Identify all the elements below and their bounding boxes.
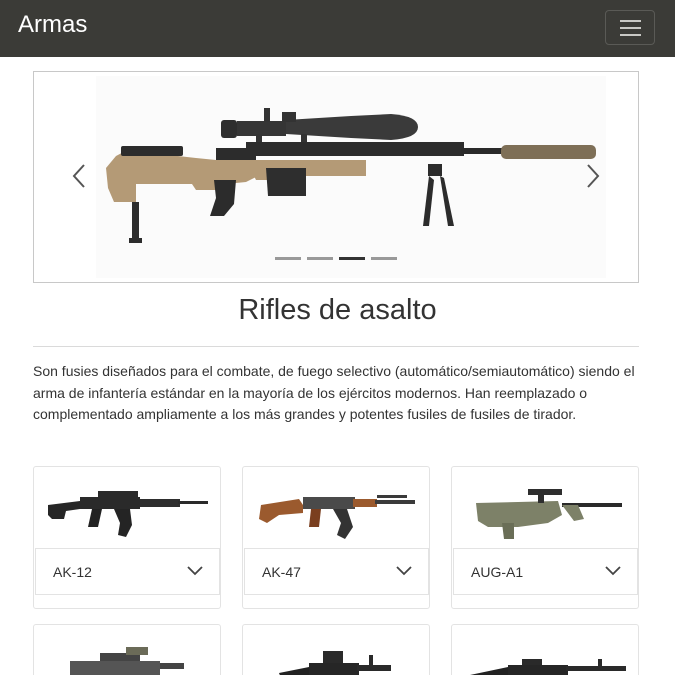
- chevron-down-icon: [187, 566, 203, 576]
- sniper-rifle-image: [96, 76, 606, 278]
- brand-title[interactable]: Armas: [18, 10, 87, 40]
- weapon-card: AUG-A1: [451, 466, 639, 609]
- chevron-left-icon[interactable]: [68, 160, 92, 192]
- carousel-indicator-active[interactable]: [339, 257, 365, 260]
- menu-toggle-button[interactable]: [605, 10, 655, 45]
- carousel-indicator[interactable]: [275, 257, 301, 260]
- m16-rifle-image: [470, 659, 626, 675]
- chevron-right-icon[interactable]: [580, 160, 604, 192]
- card-name: AK-47: [262, 564, 301, 580]
- carousel-indicator[interactable]: [371, 257, 397, 260]
- hamburger-icon-line: [620, 27, 641, 29]
- aug-a1-image: [476, 489, 622, 539]
- card-toggle[interactable]: AUG-A1: [453, 548, 638, 595]
- weapon-card: [33, 624, 221, 675]
- chevron-down-icon: [396, 566, 412, 576]
- carousel-indicator[interactable]: [307, 257, 333, 260]
- rifle-grenade-launcher-image: [70, 647, 184, 675]
- image-carousel: [33, 71, 639, 283]
- hamburger-icon: [620, 20, 641, 22]
- chevron-down-icon: [605, 566, 621, 576]
- ak-12-image: [48, 491, 208, 537]
- card-toggle[interactable]: AK-12: [35, 548, 220, 595]
- section-title: Rifles de asalto: [238, 294, 437, 326]
- weapon-card: [451, 624, 639, 675]
- card-name: AUG-A1: [471, 564, 524, 580]
- card-toggle[interactable]: AK-47: [244, 548, 429, 595]
- weapon-card: AK-12: [33, 466, 221, 609]
- weapon-card: AK-47: [242, 466, 430, 609]
- section-divider: [33, 346, 639, 347]
- weapon-card: [242, 624, 430, 675]
- section-description: Son fusies diseñados para el combate, de…: [33, 363, 635, 422]
- navbar: Armas: [0, 0, 675, 57]
- m4-carbine-image: [279, 651, 391, 675]
- hamburger-icon-line: [620, 34, 641, 36]
- carousel-indicators: [275, 257, 400, 261]
- ak-47-image: [259, 495, 415, 539]
- card-name: AK-12: [53, 564, 92, 580]
